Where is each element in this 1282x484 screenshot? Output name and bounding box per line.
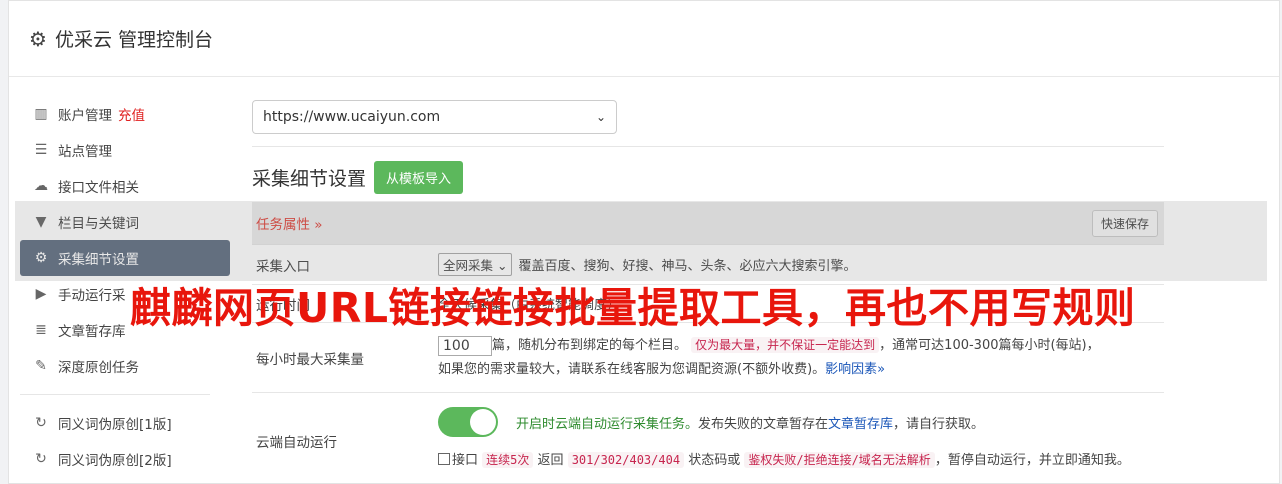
max-per-hour-desc3: 如果您的需求量较大，请联系在线客服为您调配资源(不额外收费)。 [438, 362, 826, 377]
sidebar-item-collect-settings[interactable]: ⚙ 采集细节设置 [20, 240, 230, 276]
cloud-run-value: 开启时云端自动运行采集任务。 发布失败的文章暂存在 文章暂存库 ，请自行获取。 接口… [438, 393, 1164, 482]
divider [252, 146, 1164, 147]
run-time-row: 运行时间 全天候采集（由系统智能调度） [252, 284, 1164, 322]
cb-text4: ，暂停自动运行，并立即通知我。 [934, 453, 1130, 468]
sidebar-item-label: 同义词伪原创[1版] [58, 417, 172, 433]
recharge-link[interactable]: 充值 [118, 104, 145, 124]
cloud-upload-icon: ☁ [34, 178, 48, 194]
sidebar-item-deep-original[interactable]: ✎ 深度原创任务 [20, 348, 230, 384]
sidebar-item-sites[interactable]: ☰ 站点管理 [20, 132, 230, 168]
sidebar-item-label: 栏目与关键词 [58, 216, 139, 232]
cloud-run-desc: 发布失败的文章暂存在 [698, 416, 829, 432]
quick-save-button[interactable]: 快速保存 [1091, 209, 1158, 237]
sidebar-item-label: 文章暂存库 [58, 324, 126, 340]
sidebar-item-account[interactable]: ▥ 账户管理 充值 [20, 96, 230, 132]
main-content: https://www.ucaiyun.com ⌄ 采集细节设置 从模板导入 任… [244, 100, 1164, 482]
cogs-icon: ⚙ [34, 250, 48, 266]
page-title: 优采云 管理控制台 [54, 29, 213, 51]
collect-entry-desc: 覆盖百度、搜狗、好搜、神马、头条、必应六大搜索引擎。 [518, 259, 857, 274]
sidebar-item-columns-keywords[interactable]: ▼ 栏目与关键词 [20, 204, 230, 240]
max-per-hour-desc1: 篇，随机分布到绑定的每个栏目。 [492, 338, 688, 353]
refresh-icon: ↻ [35, 451, 47, 467]
collect-entry-row: 采集入口 全网采集 ⌄ 覆盖百度、搜狗、好搜、神马、头条、必应六大搜索引擎。 [252, 244, 1164, 284]
sidebar-item-label: 深度原创任务 [58, 360, 139, 376]
run-time-desc: 全天候采集（由系统智能调度） [438, 298, 621, 313]
sidebar-item-synonym-v2[interactable]: ↻ 同义词伪原创[2版] [20, 441, 230, 477]
sidebar-item-label: 同义词伪原创[2版] [58, 453, 172, 469]
code-status: 301/302/403/404 [567, 452, 685, 468]
collect-entry-label: 采集入口 [256, 258, 310, 275]
chevron-down-icon: ⌄ [595, 110, 606, 124]
cb-text2: 返回 [537, 453, 564, 468]
task-properties-toggle[interactable]: 任务属性 » [256, 213, 323, 233]
code-errors: 鉴权失败/拒绝连接/域名无法解析 [744, 452, 935, 468]
database-icon: ≣ [35, 322, 47, 338]
influence-factors-link[interactable]: 影响因素» [825, 362, 885, 377]
sidebar-item-label: 手动运行采 [58, 288, 126, 304]
section-header: 采集细节设置 从模板导入 [252, 161, 1164, 194]
cb-text3: 状态码或 [688, 453, 741, 468]
sidebar-item-manual-run[interactable]: ▶ 手动运行采 [20, 276, 230, 312]
site-select-value: https://www.ucaiyun.com [263, 109, 441, 125]
section-title: 采集细节设置 [252, 168, 367, 190]
max-per-hour-label: 每小时最大采集量 [256, 351, 364, 368]
code-consecutive: 连续5次 [482, 452, 534, 468]
max-per-hour-input[interactable]: 100 [438, 335, 492, 356]
cloud-run-enabled-text: 开启时云端自动运行采集任务。 [516, 416, 699, 432]
cb-text1: 接口 [452, 453, 479, 468]
max-per-hour-note: 仅为最大量，并不保证一定能达到 [691, 337, 880, 353]
server-icon: ☰ [34, 142, 48, 158]
gear-icon: ⚙ [29, 26, 47, 51]
play-circle-icon: ▶ [35, 286, 47, 302]
task-properties-bar: 任务属性 » 快速保存 [252, 202, 1164, 244]
sidebar-item-synonym-v1[interactable]: ↻ 同义词伪原创[1版] [20, 405, 230, 441]
collect-entry-select[interactable]: 全网采集 ⌄ [438, 253, 513, 276]
run-time-value: 全天候采集（由系统智能调度） [438, 285, 1164, 322]
refresh-icon: ↻ [35, 415, 47, 431]
sidebar-item-label: 账户管理 [58, 108, 112, 124]
sidebar: ▥ 账户管理 充值 ☰ 站点管理 ☁ 接口文件相关 ▼ 栏目与关键词 ⚙ 采集细… [20, 96, 230, 477]
top-header: ⚙ 优采云 管理控制台 [9, 1, 1279, 77]
sidebar-divider [20, 394, 210, 395]
collect-entry-value: 全网采集 ⌄ 覆盖百度、搜狗、好搜、神马、头条、必应六大搜索引擎。 [438, 245, 1164, 284]
filter-icon: ▼ [35, 214, 47, 230]
article-storage-link[interactable]: 文章暂存库 [828, 413, 893, 432]
cloud-run-toggle[interactable] [438, 407, 498, 437]
max-per-hour-value: 100 篇，随机分布到绑定的每个栏目。 仅为最大量，并不保证一定能达到 ，通常可达1… [438, 323, 1164, 392]
max-per-hour-desc2: ，通常可达100-300篇每小时(每站)， [879, 338, 1100, 353]
max-per-hour-row: 每小时最大采集量 100 篇，随机分布到绑定的每个栏目。 仅为最大量，并不保证一定… [252, 322, 1164, 392]
run-time-label: 运行时间 [256, 297, 310, 314]
cloud-run-row: 云端自动运行 开启时云端自动运行采集任务。 发布失败的文章暂存在 文章暂存库 ，请自… [252, 392, 1164, 482]
bar-chart-icon: ▥ [34, 106, 48, 122]
pause-notify-checkbox[interactable] [438, 453, 450, 465]
edit-icon: ✎ [35, 358, 47, 374]
sidebar-item-label: 站点管理 [58, 144, 112, 160]
collect-entry-select-value: 全网采集 [443, 258, 494, 273]
sidebar-item-article-storage[interactable]: ≣ 文章暂存库 [20, 312, 230, 348]
import-template-button[interactable]: 从模板导入 [374, 161, 464, 194]
sidebar-item-label: 接口文件相关 [58, 180, 139, 196]
cloud-run-label: 云端自动运行 [256, 434, 337, 451]
sidebar-item-interface-files[interactable]: ☁ 接口文件相关 [20, 168, 230, 204]
sidebar-item-label: 采集细节设置 [58, 252, 139, 268]
cloud-run-desc-end: ，请自行获取。 [893, 416, 985, 432]
site-select[interactable]: https://www.ucaiyun.com ⌄ [252, 100, 617, 134]
